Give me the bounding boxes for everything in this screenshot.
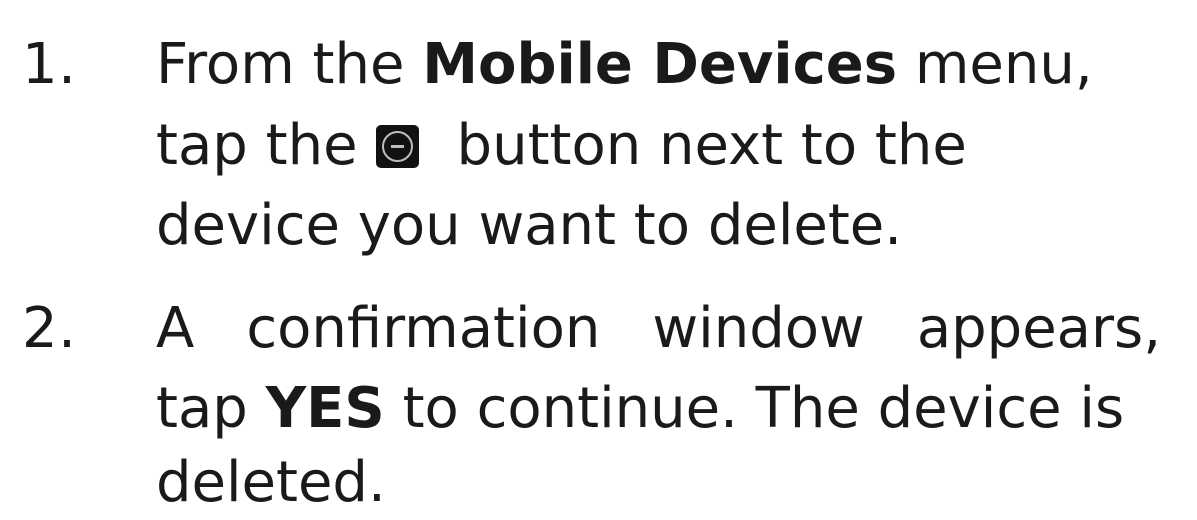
minus-circle-icon — [375, 125, 419, 168]
step-2-text: deleted. — [156, 450, 386, 515]
yes-label: YES — [265, 376, 385, 441]
step-2-line-3: deleted. — [156, 446, 386, 520]
step-2-text: A confirmation window appears, — [156, 296, 1161, 361]
step-1-text: menu, — [897, 32, 1093, 97]
step-2-line-1: A confirmation window appears, — [156, 292, 1161, 366]
step-1-line-3: device you want to delete. — [156, 189, 902, 263]
step-1-line-2: tap the button next to the — [156, 109, 967, 183]
step-1-text: From the — [156, 32, 423, 97]
step-1-text: button next to the — [456, 113, 967, 178]
step-number: 1. — [22, 32, 77, 97]
step-number: 2. — [22, 296, 77, 361]
step-1-text: tap the — [156, 113, 358, 178]
step-2-text: tap — [156, 376, 266, 441]
step-1-text: device you want to delete. — [156, 193, 903, 258]
step-2-text: to continue. The device is — [384, 376, 1125, 441]
menu-name: Mobile Devices — [422, 32, 898, 97]
step-2-line-2: tap YES to continue. The device is — [156, 372, 1124, 446]
step-1-line-1: From the Mobile Devices menu, — [156, 28, 1093, 102]
